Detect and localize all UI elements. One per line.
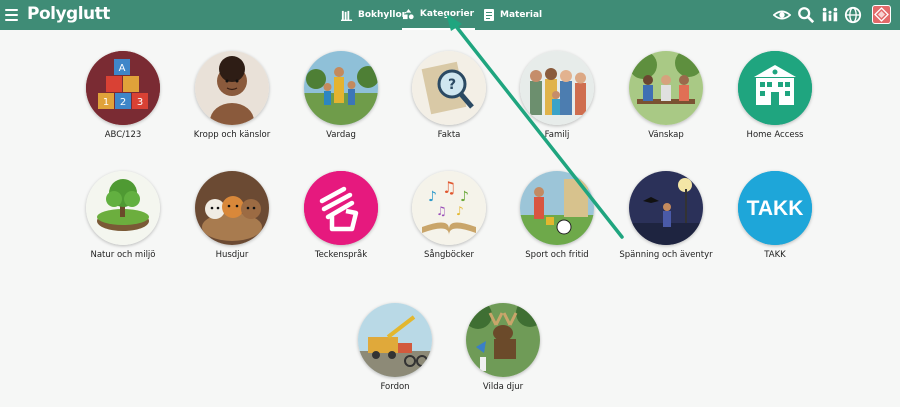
avatar-pattern-icon — [874, 7, 889, 22]
top-bar: Polyglutt Bokhyllor Kategorier Material — [0, 0, 900, 30]
svg-text:♫: ♫ — [436, 204, 447, 218]
magnifying-glass-book-icon: ? — [412, 51, 486, 125]
category-image: ♪ ♫ ♪ ♫ ♪ — [412, 171, 486, 245]
hamburger-menu-icon[interactable] — [5, 9, 18, 21]
category-spanning-och-aventyr[interactable]: Spänning och äventyr — [611, 171, 721, 261]
category-label: Vardag — [326, 130, 356, 140]
category-teckensprak[interactable]: Teckenspråk — [286, 171, 396, 261]
globe-icon[interactable] — [844, 6, 862, 24]
category-label: Teckenspråk — [314, 250, 368, 260]
category-image — [304, 171, 378, 245]
category-label: Familj — [544, 130, 570, 140]
category-label: Husdjur — [215, 250, 249, 260]
takk-logo-icon: TAKK — [738, 171, 812, 245]
nav-label: Material — [500, 10, 543, 20]
category-image — [195, 51, 269, 125]
category-takk[interactable]: TAKK TAKK — [720, 171, 830, 261]
category-label: Spänning och äventyr — [619, 250, 713, 260]
category-image — [520, 171, 594, 245]
sport-leisure-icon — [520, 171, 594, 245]
song-book-notes-icon: ♪ ♫ ♪ ♫ ♪ — [412, 171, 486, 245]
nav-kategorier[interactable]: Kategorier — [402, 0, 475, 30]
category-kropp-och-kanslor[interactable]: Kropp och känslor — [177, 51, 287, 141]
bookshelf-icon — [341, 10, 352, 21]
category-label: Home Access — [746, 130, 804, 140]
nav-material[interactable]: Material — [484, 0, 542, 30]
sign-language-hand-icon — [304, 171, 378, 245]
category-vanskap[interactable]: Vänskap — [611, 51, 721, 141]
material-icon — [484, 9, 494, 21]
svg-text:3: 3 — [137, 97, 143, 108]
category-image — [629, 171, 703, 245]
category-image — [86, 171, 160, 245]
svg-text:2: 2 — [120, 97, 126, 108]
category-vardag[interactable]: Vardag — [286, 51, 396, 141]
category-label: Fordon — [380, 382, 410, 392]
categories-icon — [402, 8, 414, 19]
everyday-family-walk-icon — [304, 51, 378, 125]
category-image — [520, 51, 594, 125]
category-label: Kropp och känslor — [193, 130, 271, 140]
app-logo[interactable]: Polyglutt — [27, 4, 110, 24]
category-label: Sångböcker — [424, 250, 474, 260]
category-husdjur[interactable]: Husdjur — [177, 171, 287, 261]
svg-text:♪: ♪ — [428, 189, 437, 205]
category-image — [466, 303, 540, 377]
svg-text:?: ? — [448, 77, 456, 93]
svg-text:♪: ♪ — [460, 189, 469, 205]
friends-bench-icon — [629, 51, 703, 125]
category-sangbocker[interactable]: ♪ ♫ ♪ ♫ ♪ Sångböcker — [394, 171, 504, 261]
category-label: Sport och fritid — [525, 250, 589, 260]
category-label: Vilda djur — [482, 382, 524, 392]
category-home-access[interactable]: Home Access — [720, 51, 830, 141]
nav-bokhyllor[interactable]: Bokhyllor — [341, 0, 406, 30]
category-fordon[interactable]: Fordon — [340, 303, 450, 393]
category-image — [738, 51, 812, 125]
category-fakta[interactable]: ? Fakta — [394, 51, 504, 141]
category-label: Fakta — [437, 130, 461, 140]
svg-text:♫: ♫ — [442, 178, 456, 197]
category-label: TAKK — [764, 250, 786, 260]
category-natur-och-miljo[interactable]: Natur och miljö — [68, 171, 178, 261]
category-vilda-djur[interactable]: Vilda djur — [448, 303, 558, 393]
nav-label: Bokhyllor — [358, 10, 407, 20]
category-label: ABC/123 — [104, 130, 142, 140]
pets-icon — [195, 171, 269, 245]
category-image: A 1 2 3 — [86, 51, 160, 125]
category-image — [358, 303, 432, 377]
search-icon[interactable] — [797, 6, 815, 24]
eye-icon[interactable] — [773, 6, 791, 24]
svg-text:1: 1 — [103, 97, 109, 108]
category-label: Vänskap — [648, 130, 684, 140]
family-group-icon — [520, 51, 594, 125]
category-image — [304, 51, 378, 125]
night-adventure-icon — [629, 171, 703, 245]
category-image — [195, 171, 269, 245]
category-label: Natur och miljö — [90, 250, 156, 260]
svg-text:♪: ♪ — [456, 204, 464, 218]
nature-island-icon — [86, 171, 160, 245]
vehicles-icon — [358, 303, 432, 377]
user-avatar[interactable] — [872, 5, 891, 24]
alphabet-blocks-icon: A 1 2 3 — [86, 51, 160, 125]
category-familj[interactable]: Familj — [502, 51, 612, 141]
svg-text:A: A — [119, 63, 126, 74]
child-body-icon — [195, 51, 269, 125]
school-building-icon — [738, 51, 812, 125]
category-abc123[interactable]: A 1 2 3 ABC/123 — [68, 51, 178, 141]
wild-animals-icon — [466, 303, 540, 377]
category-image — [629, 51, 703, 125]
category-image: ? — [412, 51, 486, 125]
svg-text:TAKK: TAKK — [747, 197, 804, 220]
category-sport-och-fritid[interactable]: Sport och fritid — [502, 171, 612, 261]
family-icon[interactable] — [821, 6, 839, 24]
category-image: TAKK — [738, 171, 812, 245]
nav-label: Kategorier — [419, 9, 475, 19]
